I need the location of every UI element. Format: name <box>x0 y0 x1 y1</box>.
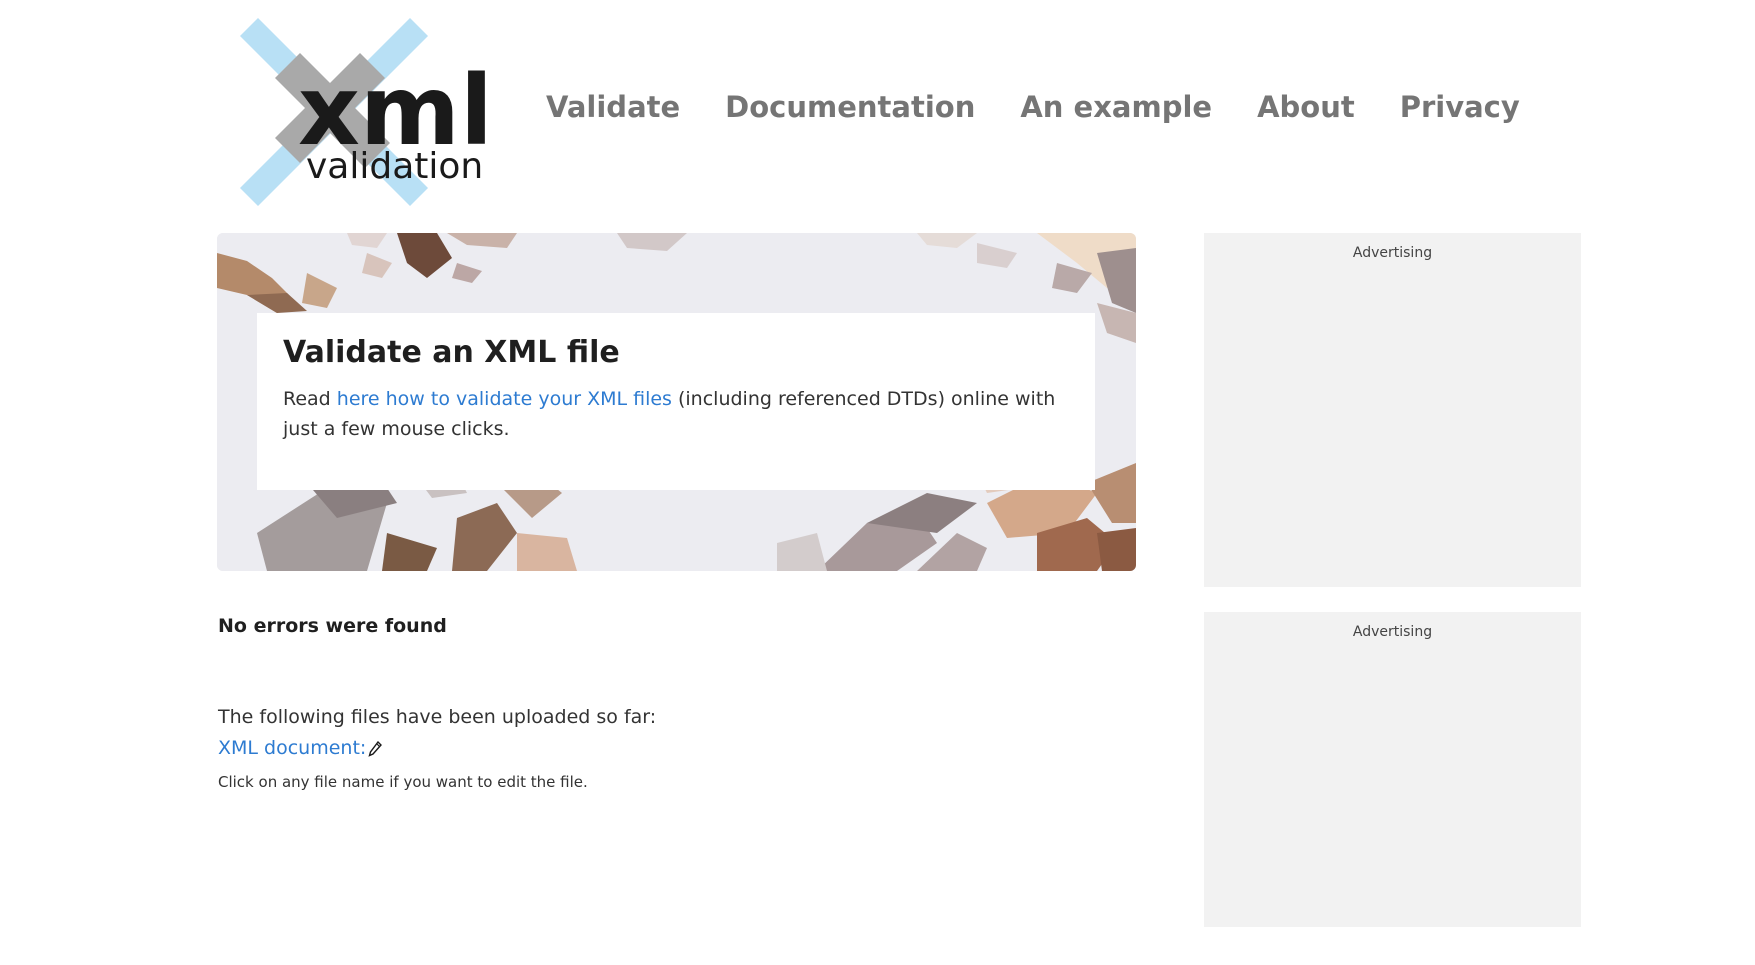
advertising-box-bottom[interactable]: Advertising <box>1204 612 1581 927</box>
site-logo[interactable]: xml validation <box>240 18 490 214</box>
svg-text:validation: validation <box>306 146 483 187</box>
hero-card: Validate an XML file Read here how to va… <box>257 313 1095 490</box>
nav-documentation[interactable]: Documentation <box>725 90 975 124</box>
advertising-label: Advertising <box>1352 624 1433 640</box>
hero-banner: Validate an XML file Read here how to va… <box>217 233 1136 571</box>
xml-document-label: XML document: <box>218 737 367 759</box>
page: xml validation Validate Documentation An… <box>0 0 1755 965</box>
advertising-box-top[interactable]: Advertising <box>1204 233 1581 587</box>
xml-validation-logo-icon: xml validation <box>240 18 490 206</box>
xml-document-link[interactable]: XML document: <box>218 737 383 759</box>
uploaded-files-intro: The following files have been uploaded s… <box>218 706 657 728</box>
nav-privacy[interactable]: Privacy <box>1400 90 1520 124</box>
nav-an-example[interactable]: An example <box>1020 90 1212 124</box>
edit-file-hint: Click on any file name if you want to ed… <box>218 773 588 791</box>
main-nav: Validate Documentation An example About … <box>546 90 1565 124</box>
advertising-label: Advertising <box>1352 245 1433 261</box>
how-to-validate-link[interactable]: here how to validate your XML files <box>337 388 672 410</box>
validation-status: No errors were found <box>218 615 447 637</box>
page-title: Validate an XML file <box>283 335 620 370</box>
nav-validate[interactable]: Validate <box>546 90 680 124</box>
hero-description: Read here how to validate your XML files… <box>283 384 1069 444</box>
nav-about[interactable]: About <box>1257 90 1355 124</box>
pencil-icon <box>368 740 383 757</box>
hero-text-before: Read <box>283 388 337 410</box>
